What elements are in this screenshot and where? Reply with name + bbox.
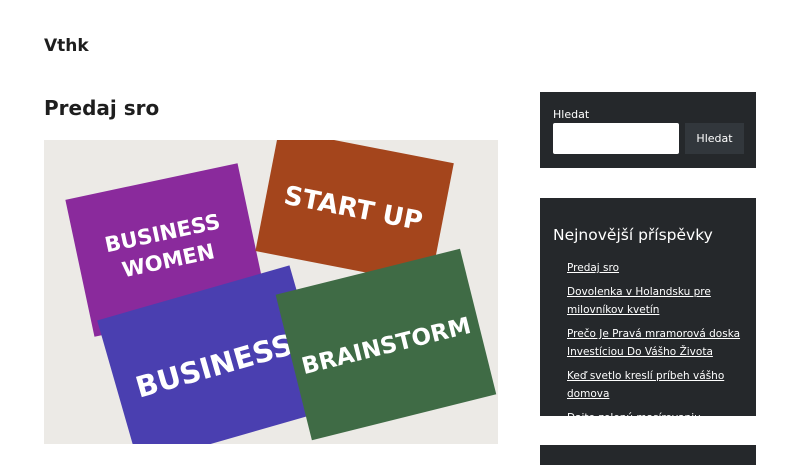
recent-post-link[interactable]: Keď svetlo kreslí príbeh vášho domova xyxy=(567,370,724,400)
site-title[interactable]: Vthk xyxy=(44,36,89,56)
list-item: Prečo Je Pravá mramorová doska Investíci… xyxy=(567,324,744,360)
search-row: Hledat xyxy=(553,123,744,154)
recent-post-link[interactable]: Prečo Je Pravá mramorová doska Investíci… xyxy=(567,328,740,358)
recent-posts-title: Nejnovější příspěvky xyxy=(553,226,713,244)
featured-image-photo: BUSINESS WOMEN START UP BUSINESS BRAINST… xyxy=(44,140,498,444)
sidebar-widget-partial xyxy=(540,445,756,465)
recent-posts-list: Predaj sro Dovolenka v Holandsku pre mil… xyxy=(553,258,744,426)
post-title: Predaj sro xyxy=(44,96,160,120)
list-item: Predaj sro xyxy=(567,258,744,276)
recent-posts-widget: Nejnovější příspěvky Predaj sro Dovolenk… xyxy=(540,198,756,424)
list-item: Dovolenka v Holandsku pre milovníkov kve… xyxy=(567,282,744,318)
recent-post-link[interactable]: Dajte zelenú masírovaniu xyxy=(567,412,701,424)
search-widget: Hledat Hledat xyxy=(540,92,756,168)
search-input[interactable] xyxy=(553,123,679,154)
search-button[interactable]: Hledat xyxy=(685,123,744,154)
list-item: Dajte zelenú masírovaniu xyxy=(567,408,744,426)
recent-post-link[interactable]: Dovolenka v Holandsku pre milovníkov kve… xyxy=(567,286,711,316)
search-label: Hledat xyxy=(553,108,590,121)
list-item: Keď svetlo kreslí príbeh vášho domova xyxy=(567,366,744,402)
featured-image: BUSINESS WOMEN START UP BUSINESS BRAINST… xyxy=(44,140,498,444)
recent-post-link[interactable]: Predaj sro xyxy=(567,262,619,274)
